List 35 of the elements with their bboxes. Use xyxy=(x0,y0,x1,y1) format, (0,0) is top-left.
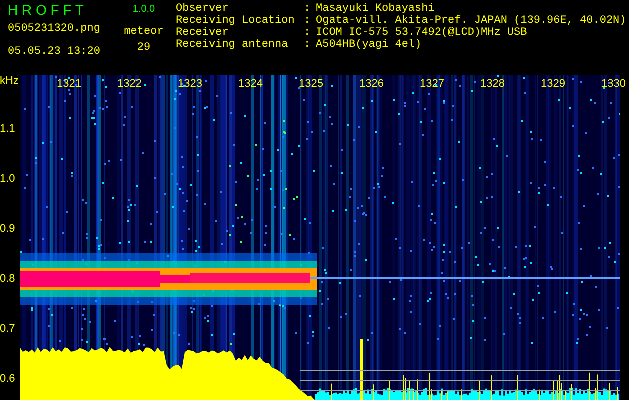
info-label: Receiving antenna xyxy=(176,39,290,51)
info-value: ICOM IC-575 53.7492(@LCD)MHz USB xyxy=(316,27,528,39)
info-value: Masayuki Kobayashi xyxy=(316,3,435,15)
axis-tick-label: 1.0 xyxy=(0,173,16,185)
info-label: Receiver xyxy=(176,27,230,39)
separator: : xyxy=(304,39,312,51)
meteor-count: 29 xyxy=(137,41,151,55)
time-label: 1325 xyxy=(299,78,324,90)
time-label: 1321 xyxy=(57,78,82,90)
date-time: 05.05.23 13:20 xyxy=(8,45,102,59)
time-label: 1330 xyxy=(602,78,626,90)
time-label: 1324 xyxy=(238,78,263,90)
axis-tick-label: 0.9 xyxy=(0,223,16,235)
info-value: Ogata-vill. Akita-Pref. JAPAN (139.96E, 40.02N) xyxy=(316,15,626,27)
time-label: 1322 xyxy=(118,78,142,90)
time-label: 1327 xyxy=(420,78,444,90)
axis-tick-label: 0.8 xyxy=(0,273,16,285)
separator: : xyxy=(304,15,312,27)
axis-tick-label: 0.6 xyxy=(0,373,16,385)
separator: : xyxy=(304,27,312,39)
time-label: 1328 xyxy=(480,78,505,90)
info-label: Observer xyxy=(176,3,230,15)
separator: : xyxy=(304,3,312,15)
info-value: A504HB(yagi 4el) xyxy=(316,39,422,51)
filename: 0505231320.png xyxy=(8,22,102,36)
time-label: 1329 xyxy=(541,78,566,90)
axis-tick-label: 0.7 xyxy=(0,323,16,335)
meteor-label: meteor xyxy=(124,25,164,39)
axis-tick-label: 1.1 xyxy=(0,123,16,135)
time-label: 1323 xyxy=(178,78,202,90)
time-label: 1326 xyxy=(360,78,384,90)
axis-unit: kHz xyxy=(0,75,19,87)
version-label: 1.0.0 xyxy=(132,4,156,16)
info-label: Receiving Location xyxy=(176,15,296,27)
app-title: H R O F F T xyxy=(8,2,85,18)
